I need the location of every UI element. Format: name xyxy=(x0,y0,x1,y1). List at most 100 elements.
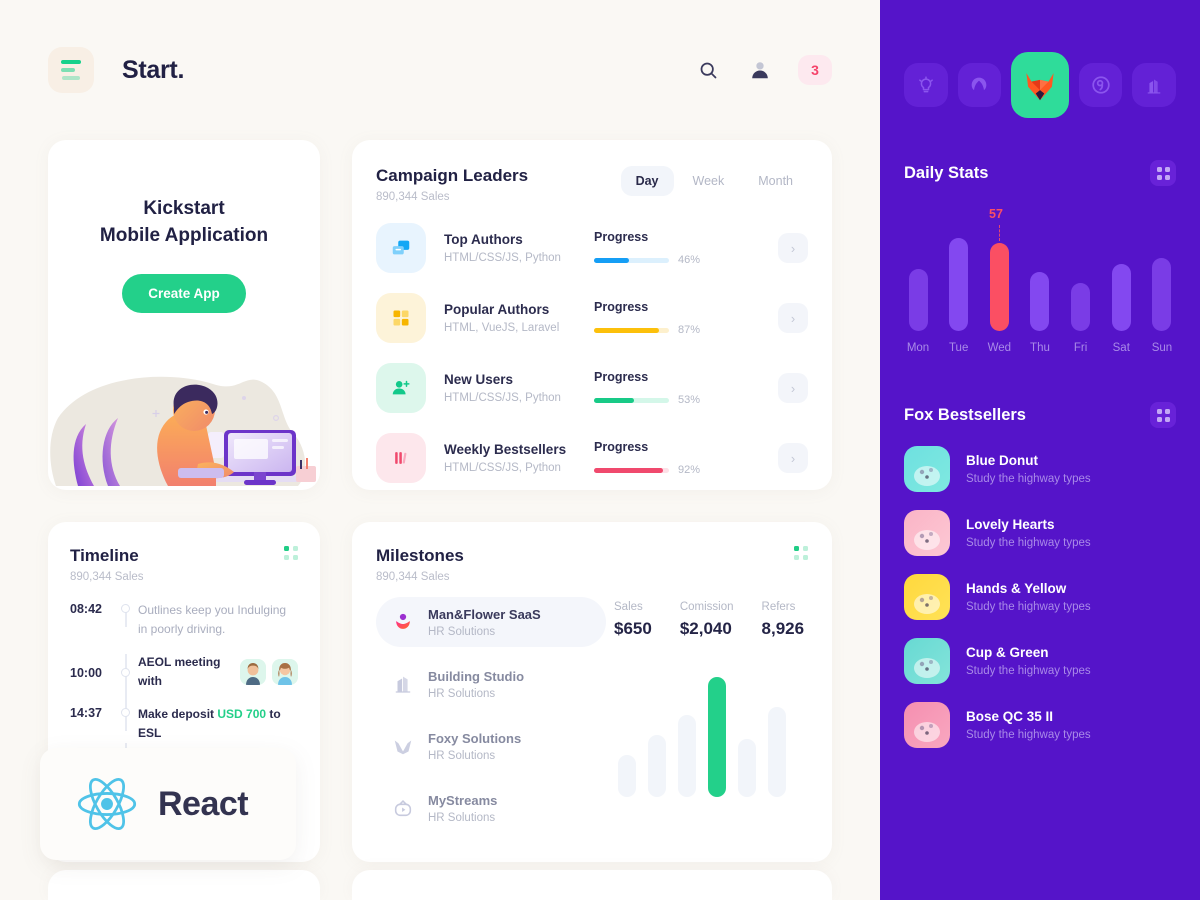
donut-photo xyxy=(904,446,950,492)
milestones-bar-chart xyxy=(614,677,808,797)
bestseller-sub: Study the highway types xyxy=(966,601,1091,613)
app-tile-fox[interactable] xyxy=(1011,52,1069,118)
campaign-row[interactable]: New Users HTML/CSS/JS, Python Progress 5… xyxy=(376,363,808,413)
milestone-company-row[interactable]: Foxy Solutions HR Solutions xyxy=(376,721,606,771)
timeline-marker xyxy=(112,601,138,627)
page-title: Start. xyxy=(122,55,185,84)
timeline-item[interactable]: 10:00 AEOL meeting with xyxy=(70,653,298,691)
bestseller-text: Hands & Yellow Study the highway types xyxy=(966,581,1091,613)
progress-percent: 87% xyxy=(678,324,701,336)
milestone-company-row[interactable]: Building Studio HR Solutions xyxy=(376,659,606,709)
campaign-row[interactable]: Popular Authors HTML, VueJS, Laravel Pro… xyxy=(376,293,808,343)
milestone-company-row[interactable]: MyStreams HR Solutions xyxy=(376,783,606,833)
stat-value: $2,040 xyxy=(679,619,732,638)
progress-track xyxy=(594,327,669,333)
tab-week[interactable]: Week xyxy=(678,166,740,196)
milestone-company-sub: HR Solutions xyxy=(428,811,496,824)
next-card-peek-right xyxy=(352,870,832,900)
progress-fill xyxy=(594,327,660,333)
bestseller-name: Bose QC 35 II xyxy=(966,709,1054,724)
tab-day[interactable]: Day xyxy=(620,166,674,196)
milestone-stats: Sales $650 Comission $2,040 Refers 8,926 xyxy=(614,597,808,639)
daily-stats-header: Daily Stats xyxy=(880,160,1200,186)
milestone-company-row[interactable]: Man&Flower SaaS HR Solutions xyxy=(376,597,606,647)
app-tile-compass[interactable] xyxy=(957,63,1002,107)
search-icon[interactable] xyxy=(694,56,722,84)
bestseller-name: Lovely Hearts xyxy=(966,517,1055,532)
bestseller-row[interactable]: Blue Donut Study the highway types xyxy=(904,446,1176,492)
dot-grid-icon[interactable] xyxy=(1150,402,1176,428)
bestseller-row[interactable]: Bose QC 35 II Study the highway types xyxy=(904,702,1176,748)
daily-peak-value: 57 xyxy=(989,207,1003,221)
milestone-company-name: Foxy Solutions xyxy=(428,730,522,746)
campaign-row-open-button[interactable]: › xyxy=(778,373,808,403)
kickstart-card: Kickstart Mobile Application Create App xyxy=(48,140,320,490)
daily-axis-label: Sun xyxy=(1151,342,1173,354)
milestone-company-text: Foxy Solutions HR Solutions xyxy=(428,731,521,762)
campaign-progress: Progress 46% xyxy=(594,230,724,266)
timeline-item[interactable]: 08:42 Outlines keep you Indulging in poo… xyxy=(70,601,298,639)
cup-photo xyxy=(904,638,950,684)
campaign-progress: Progress 87% xyxy=(594,300,724,336)
create-app-button[interactable]: Create App xyxy=(122,273,246,313)
timeline-text: Make deposit USD 700 to ESL xyxy=(138,705,298,742)
daily-bar-column xyxy=(1067,283,1095,331)
bestseller-row[interactable]: Lovely Hearts Study the highway types xyxy=(904,510,1176,556)
campaign-period-tabs: Day Week Month xyxy=(620,166,808,196)
timeline-text: Outlines keep you Indulging in poorly dr… xyxy=(138,603,287,636)
daily-bar xyxy=(1030,272,1050,331)
progress-label: Progress xyxy=(594,230,649,244)
add-user-icon xyxy=(376,363,426,413)
app-tile-nine[interactable] xyxy=(1078,63,1123,107)
bestseller-sub: Study the highway types xyxy=(966,473,1091,485)
timeline-marker xyxy=(112,653,138,691)
daily-axis-label: Thu xyxy=(1030,342,1050,354)
menu-logo-button[interactable] xyxy=(48,47,94,93)
avatar xyxy=(240,659,266,685)
kickstart-title-line1: Kickstart xyxy=(143,198,225,219)
app-tile-lightbulb[interactable] xyxy=(904,63,948,107)
daily-axis-label: Fri xyxy=(1073,342,1088,354)
bestseller-row[interactable]: Hands & Yellow Study the highway types xyxy=(904,574,1176,620)
milestone-company-sub: HR Solutions xyxy=(428,625,496,638)
campaign-row[interactable]: Weekly Bestsellers HTML/CSS/JS, Python P… xyxy=(376,433,808,483)
tab-month[interactable]: Month xyxy=(743,166,808,196)
campaign-row-open-button[interactable]: › xyxy=(778,303,808,333)
campaign-progress: Progress 92% xyxy=(594,440,724,476)
avatar xyxy=(272,659,298,685)
dot-grid-icon[interactable] xyxy=(1150,160,1176,186)
milestone-company-sub: HR Solutions xyxy=(428,749,496,762)
dot-grid-icon[interactable] xyxy=(794,546,808,560)
bestsellers-header: Fox Bestsellers xyxy=(880,402,1200,428)
campaign-row-name: New Users xyxy=(444,372,514,387)
timeline-item[interactable]: 14:37 Make deposit USD 700 to ESL xyxy=(70,691,298,743)
react-badge[interactable]: React xyxy=(40,748,296,860)
daily-bar-column xyxy=(1026,272,1054,331)
dot-grid-icon[interactable] xyxy=(284,546,298,560)
campaign-row-open-button[interactable]: › xyxy=(778,233,808,263)
timeline-marker xyxy=(112,691,138,731)
bestseller-row[interactable]: Cup & Green Study the highway types xyxy=(904,638,1176,684)
top-row: Kickstart Mobile Application Create App xyxy=(0,140,880,490)
progress-fill xyxy=(594,397,634,403)
progress-percent: 53% xyxy=(678,394,701,406)
dashboard-root: Start. 3 Kickstart Mobile Application Cr… xyxy=(0,0,1200,900)
stat-label: Refers xyxy=(761,601,796,613)
hearts-photo xyxy=(904,510,950,556)
stat-value: 8,926 xyxy=(761,619,805,638)
campaign-row[interactable]: Top Authors HTML/CSS/JS, Python Progress… xyxy=(376,223,808,273)
campaign-row-open-button[interactable]: › xyxy=(778,443,808,473)
daily-bar-column xyxy=(904,269,932,331)
app-tile-building[interactable] xyxy=(1132,63,1176,107)
timeline-text-before: Make deposit xyxy=(138,707,218,721)
next-card-peek-left xyxy=(48,870,320,900)
progress-percent: 92% xyxy=(678,464,701,476)
logo-bar-3 xyxy=(62,76,80,80)
milestones-subtitle: 890,344 Sales xyxy=(376,571,450,583)
notification-badge[interactable]: 3 xyxy=(798,55,832,85)
daily-bar-column xyxy=(1148,258,1176,331)
hands-photo xyxy=(904,574,950,620)
logo-bar-1 xyxy=(61,60,81,64)
user-icon[interactable] xyxy=(746,56,774,84)
bestseller-text: Bose QC 35 II Study the highway types xyxy=(966,709,1091,741)
